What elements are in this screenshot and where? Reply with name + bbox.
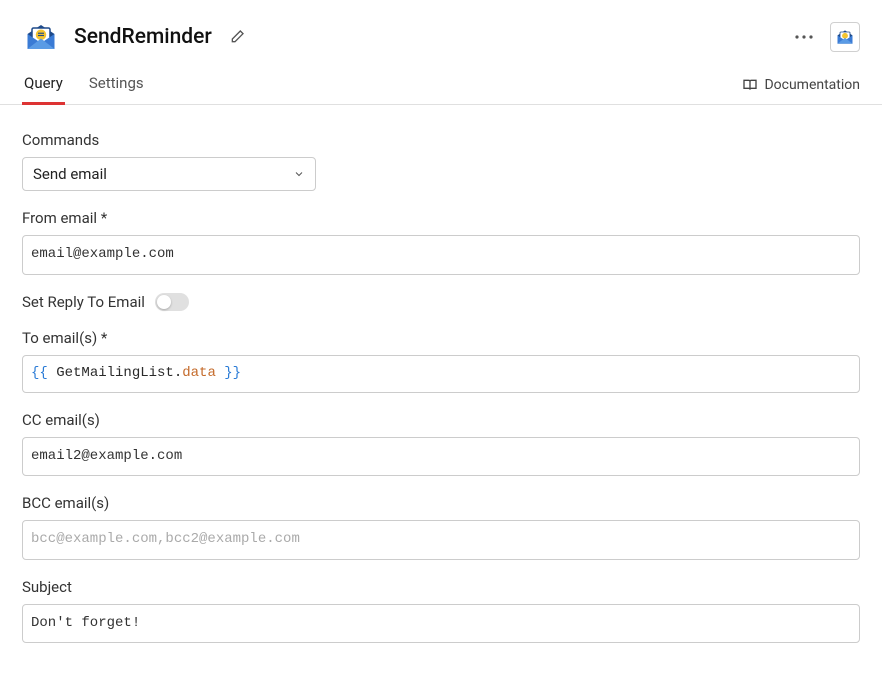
- tab-query[interactable]: Query: [22, 66, 65, 105]
- toggle-knob: [157, 295, 171, 309]
- template-object: GetMailingList: [56, 365, 174, 381]
- subject-label: Subject: [22, 578, 860, 596]
- page-title: SendReminder: [74, 25, 212, 49]
- template-open-brace: {{: [31, 365, 56, 381]
- subject-input[interactable]: Don't forget!: [22, 604, 860, 644]
- template-dot: .: [174, 365, 182, 381]
- to-emails-input[interactable]: {{ GetMailingList.data }}: [22, 355, 860, 393]
- cc-emails-input[interactable]: email2@example.com: [22, 437, 860, 477]
- template-property: data: [182, 365, 216, 381]
- from-email-input[interactable]: email@example.com: [22, 235, 860, 275]
- book-icon: [742, 77, 758, 93]
- commands-select[interactable]: Send email: [22, 157, 316, 191]
- form-content: Commands Send email From email * email@e…: [0, 105, 882, 681]
- mail-app-icon: [22, 18, 60, 56]
- header: SendReminder: [0, 0, 882, 66]
- tabs-row: Query Settings Documentation: [0, 66, 882, 105]
- mail-panel-button[interactable]: [830, 22, 860, 52]
- template-close-brace: }}: [216, 365, 241, 381]
- bcc-emails-input[interactable]: bcc@example.com,bcc2@example.com: [22, 520, 860, 560]
- set-reply-to-label: Set Reply To Email: [22, 293, 145, 311]
- more-options-button[interactable]: [790, 23, 818, 51]
- tab-settings[interactable]: Settings: [87, 66, 146, 105]
- to-emails-label: To email(s) *: [22, 329, 860, 347]
- edit-title-button[interactable]: [226, 26, 248, 48]
- commands-value: Send email: [33, 165, 107, 183]
- from-email-label: From email *: [22, 209, 860, 227]
- chevron-down-icon: [293, 168, 305, 180]
- cc-emails-label: CC email(s): [22, 411, 860, 429]
- set-reply-to-toggle[interactable]: [155, 293, 189, 311]
- documentation-label: Documentation: [764, 77, 860, 93]
- documentation-link[interactable]: Documentation: [742, 71, 860, 99]
- commands-label: Commands: [22, 131, 860, 149]
- bcc-emails-label: BCC email(s): [22, 494, 860, 512]
